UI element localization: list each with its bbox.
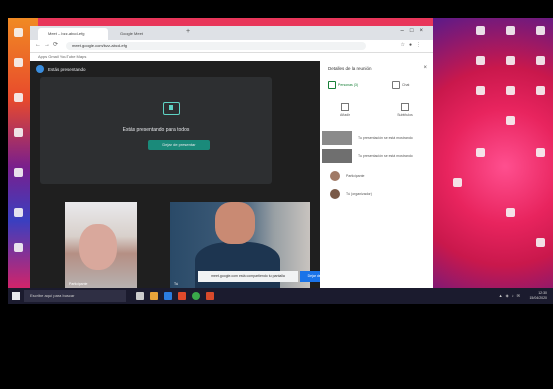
person-name: Tú (organizador): [346, 192, 372, 196]
avatar: [330, 171, 340, 181]
list-item-text: Tu presentación se está mostrando: [358, 154, 413, 158]
address-bar-row: ←→⟳ meet.google.com/bzz-abcd-efg ☆●⋮: [30, 40, 433, 53]
desktop-icon[interactable]: [536, 148, 545, 157]
desktop-icon[interactable]: [506, 116, 515, 125]
meet-logo-icon: [36, 65, 44, 73]
nav-arrows-icon[interactable]: ←→⟳: [35, 41, 61, 48]
file-explorer-icon[interactable]: [150, 292, 158, 300]
browser-tab-bar: Meet – bzz-abcd-efg Google Meet + –□×: [30, 26, 433, 40]
tab-people[interactable]: Personas (3): [328, 81, 358, 89]
task-view-icon[interactable]: [136, 292, 144, 300]
desktop-icon[interactable]: [506, 26, 515, 35]
self-name-tag: Tú: [174, 282, 179, 286]
desktop-icon[interactable]: [14, 28, 23, 37]
desktop-icon[interactable]: [476, 86, 485, 95]
desktop-icon[interactable]: [536, 86, 545, 95]
browser-window: Meet – bzz-abcd-efg Google Meet + –□× ←→…: [30, 26, 433, 288]
presentation-panel: Estás presentando para todos Dejar de pr…: [40, 77, 272, 184]
desktop-icon[interactable]: [14, 93, 23, 102]
window-controls[interactable]: –□×: [401, 28, 429, 34]
self-face: [215, 202, 255, 244]
edge-icon[interactable]: [164, 292, 172, 300]
desktop-icon[interactable]: [453, 178, 462, 187]
screen-share-notice: meet.google.com está compartiendo tu pan…: [198, 271, 298, 282]
system-tray-icons[interactable]: ▲◈♪✉: [499, 293, 523, 298]
extension-icons[interactable]: ☆●⋮: [400, 42, 425, 48]
list-item[interactable]: Tu presentación se está mostrando: [320, 131, 433, 145]
present-screen-icon: [163, 102, 180, 115]
desktop-icon[interactable]: [476, 56, 485, 65]
windows-start-icon[interactable]: [12, 292, 20, 300]
tab-chat-label: Chat: [402, 82, 410, 87]
participant-video-tile[interactable]: Participante: [65, 202, 137, 288]
list-item[interactable]: Tu presentación se está mostrando: [320, 149, 433, 163]
desktop-icon[interactable]: [506, 86, 515, 95]
add-person-icon: [341, 103, 349, 111]
stop-presenting-button[interactable]: Dejar de presentar: [148, 140, 210, 150]
app-icon[interactable]: [206, 292, 214, 300]
desktop-icon[interactable]: [476, 148, 485, 157]
desktop-wallpaper-right: [433, 18, 553, 288]
chrome-icon[interactable]: [192, 292, 200, 300]
desktop-icon[interactable]: [14, 58, 23, 67]
chat-icon: [392, 81, 400, 89]
people-icon: [328, 81, 336, 89]
subtitles-label: Subtítulos: [397, 113, 413, 117]
desktop-icon[interactable]: [14, 168, 23, 177]
windows-taskbar: Escribe aquí para buscar ▲◈♪✉ 12:30 15/0…: [8, 288, 553, 304]
desktop-icon[interactable]: [476, 26, 485, 35]
url-input[interactable]: meet.google.com/bzz-abcd-efg: [66, 42, 366, 50]
desktop-icon[interactable]: [14, 208, 23, 217]
tab-people-label: Personas (3): [338, 82, 359, 87]
desktop-icon[interactable]: [536, 56, 545, 65]
desktop-screen: Meet – bzz-abcd-efg Google Meet + –□× ←→…: [8, 18, 553, 304]
meeting-details-panel: Detalles de la reunión × Personas (3) Ch…: [320, 61, 433, 288]
desktop-icon[interactable]: [14, 128, 23, 137]
taskbar-clock[interactable]: 12:30 15/04/2020: [529, 291, 547, 301]
meet-header-label: Estás presentando: [48, 66, 86, 72]
meet-main-area: Estás presentando Estás presentando para…: [30, 61, 344, 288]
office-icon[interactable]: [178, 292, 186, 300]
meet-header: Estás presentando: [36, 65, 86, 73]
desktop-icon[interactable]: [506, 208, 515, 217]
presentation-thumbnail: [322, 131, 352, 145]
tab-chat[interactable]: Chat: [392, 81, 409, 89]
presentation-title: Estás presentando para todos: [122, 127, 190, 133]
add-people-label: Añadir: [339, 113, 351, 117]
presentation-thumbnail: [322, 149, 352, 163]
person-name: Participante: [346, 174, 365, 178]
subtitles-button[interactable]: Subtítulos: [390, 103, 420, 117]
browser-tab-meet[interactable]: Meet – bzz-abcd-efg: [38, 28, 108, 40]
clock-date: 15/04/2020: [529, 296, 547, 300]
browser-tab-google-meet[interactable]: Google Meet: [110, 28, 180, 40]
add-people-button[interactable]: Añadir: [330, 103, 360, 117]
desktop-icon[interactable]: [536, 238, 545, 247]
desktop-icon[interactable]: [536, 26, 545, 35]
subtitles-icon: [401, 103, 409, 111]
avatar: [330, 189, 340, 199]
desktop-icon[interactable]: [14, 243, 23, 252]
participant-face: [79, 224, 117, 270]
taskbar-search-input[interactable]: Escribe aquí para buscar: [24, 290, 126, 302]
close-icon[interactable]: ×: [423, 65, 427, 71]
panel-title: Detalles de la reunión: [328, 66, 372, 71]
new-tab-icon[interactable]: +: [186, 28, 190, 35]
desktop-icon[interactable]: [506, 56, 515, 65]
participant-name-tag: Participante: [69, 282, 88, 286]
list-item-text: Tu presentación se está mostrando: [358, 136, 413, 140]
